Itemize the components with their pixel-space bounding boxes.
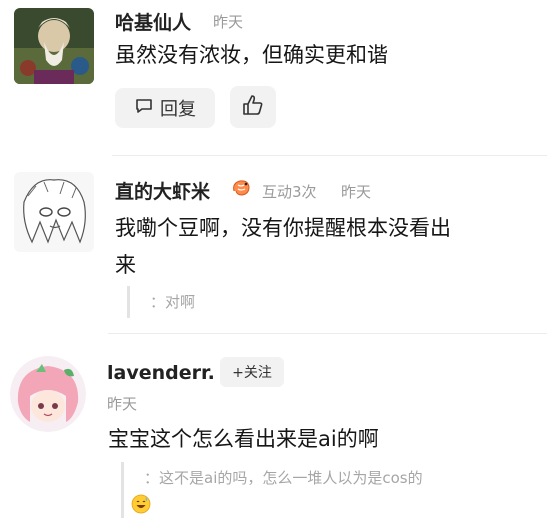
divider bbox=[112, 155, 547, 156]
divider bbox=[108, 333, 547, 334]
avatar[interactable] bbox=[10, 356, 86, 432]
comment-text: 虽然没有浓妆，但确实更和谐 bbox=[115, 43, 388, 67]
quote-bar bbox=[127, 286, 130, 318]
username[interactable]: 哈基仙人 bbox=[115, 8, 191, 35]
avatar[interactable] bbox=[14, 8, 94, 84]
quote-bar bbox=[121, 462, 124, 518]
comment-text: 宝宝这个怎么看出来是ai的啊 bbox=[108, 427, 379, 451]
username[interactable]: 直的大虾米 bbox=[115, 177, 210, 204]
username[interactable]: lavenderr. bbox=[107, 362, 215, 384]
like-button[interactable] bbox=[230, 86, 276, 128]
comment-text-line-2: 来 bbox=[115, 253, 136, 277]
follow-button[interactable]: +关注 bbox=[220, 357, 284, 387]
sweat-smile-emoji-icon bbox=[131, 494, 151, 518]
avatar[interactable] bbox=[14, 172, 94, 252]
quoted-reply[interactable]: ：这不是ai的吗，怎么一堆人以为是cos的 bbox=[144, 467, 423, 488]
thumbs-up-icon bbox=[241, 93, 265, 121]
comment-text-line-1: 我嘞个豆啊，没有你提醒根本没看出 bbox=[115, 216, 451, 240]
interaction-count: 互动3次 bbox=[262, 183, 317, 201]
quoted-reply[interactable]: ：对啊 bbox=[150, 291, 195, 312]
timestamp: 昨天 bbox=[341, 183, 372, 201]
reply-button[interactable]: 回复 bbox=[115, 88, 215, 128]
chat-bubble-icon bbox=[134, 96, 154, 121]
timestamp: 昨天 bbox=[213, 13, 244, 31]
timestamp: 昨天 bbox=[107, 395, 138, 413]
shrimp-emoji-icon bbox=[230, 177, 252, 203]
reply-label: 回复 bbox=[160, 99, 196, 120]
